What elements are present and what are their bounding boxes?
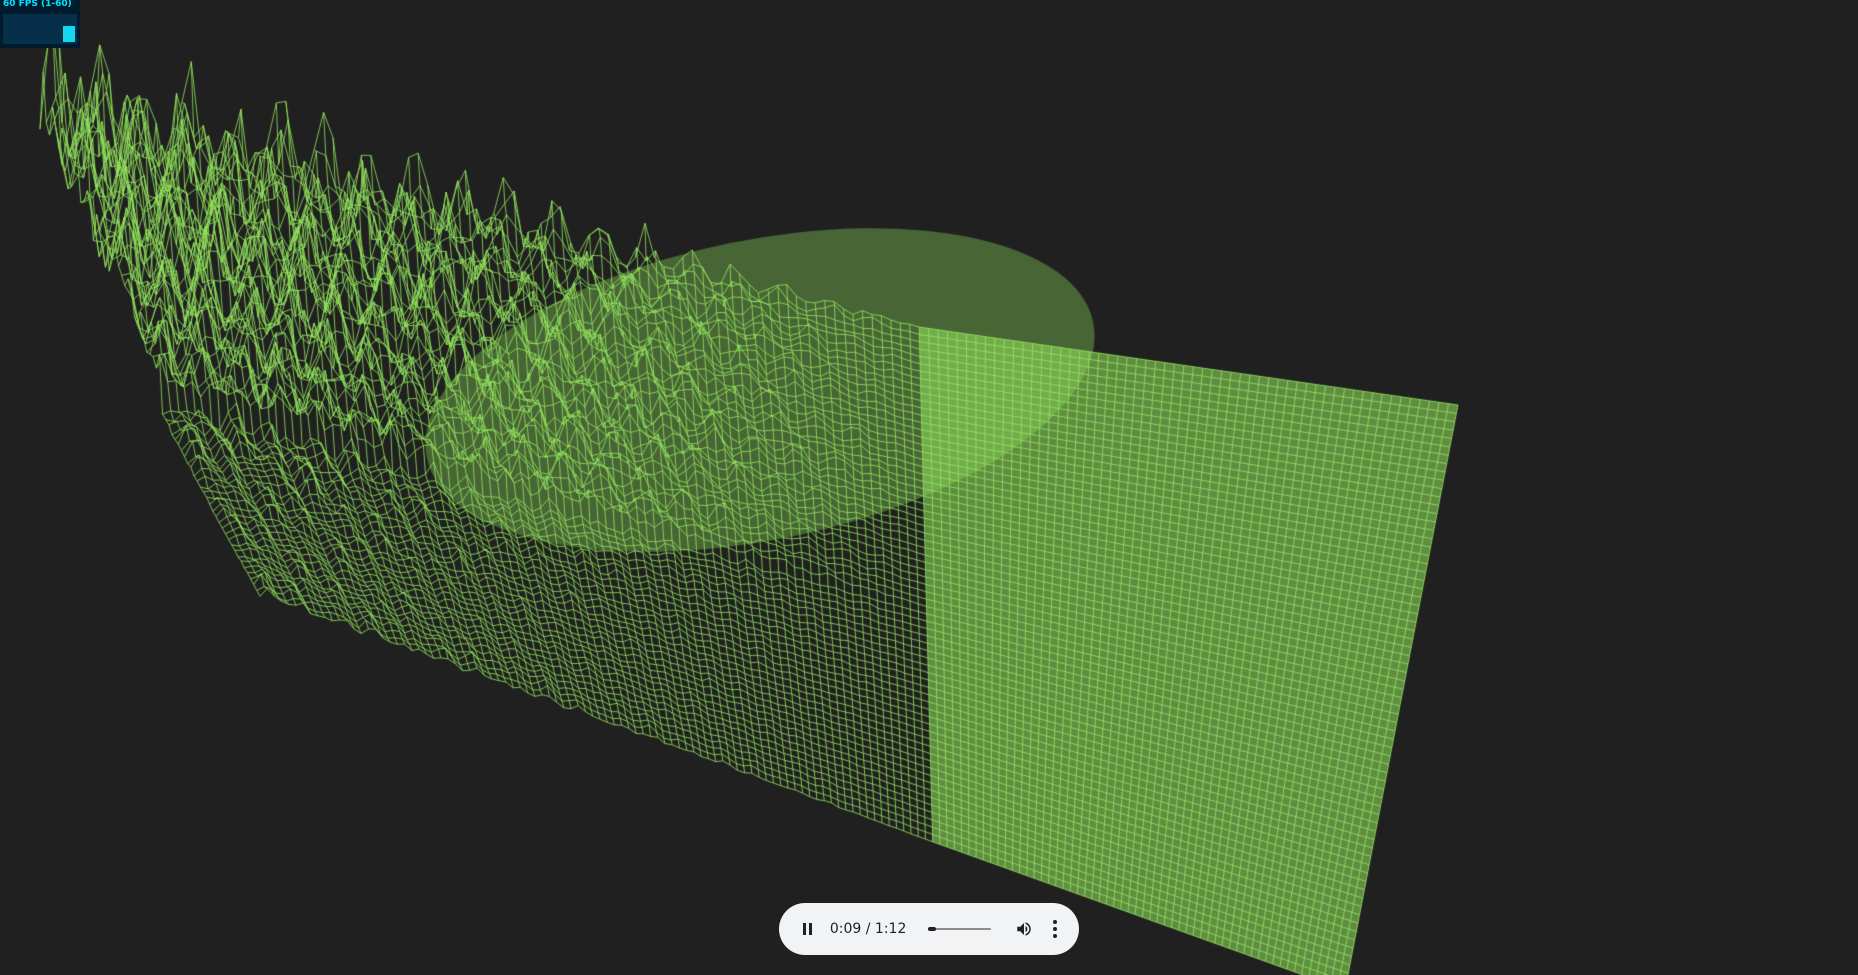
pause-button[interactable] (795, 916, 820, 942)
fps-bar (63, 26, 75, 42)
audio-player: 0:09 / 1:12 (779, 903, 1079, 955)
time-display: 0:09 / 1:12 (830, 921, 907, 937)
time-separator: / (865, 921, 871, 937)
more-options-button[interactable] (1042, 916, 1067, 942)
duration: 1:12 (874, 921, 907, 937)
more-vert-icon (1052, 920, 1057, 938)
volume-icon (1017, 922, 1031, 936)
fps-stats-panel[interactable]: 60 FPS (1-60) (0, 0, 80, 48)
seek-slider[interactable] (928, 927, 992, 931)
volume-button[interactable] (1011, 916, 1036, 942)
fps-graph (3, 14, 77, 44)
fps-readout: 60 FPS (1-60) (3, 0, 72, 9)
audio-visualizer-canvas[interactable] (0, 0, 1858, 975)
seek-progress (928, 927, 937, 931)
current-time: 0:09 (829, 921, 862, 937)
seek-track (928, 928, 992, 930)
pause-icon (802, 923, 812, 935)
